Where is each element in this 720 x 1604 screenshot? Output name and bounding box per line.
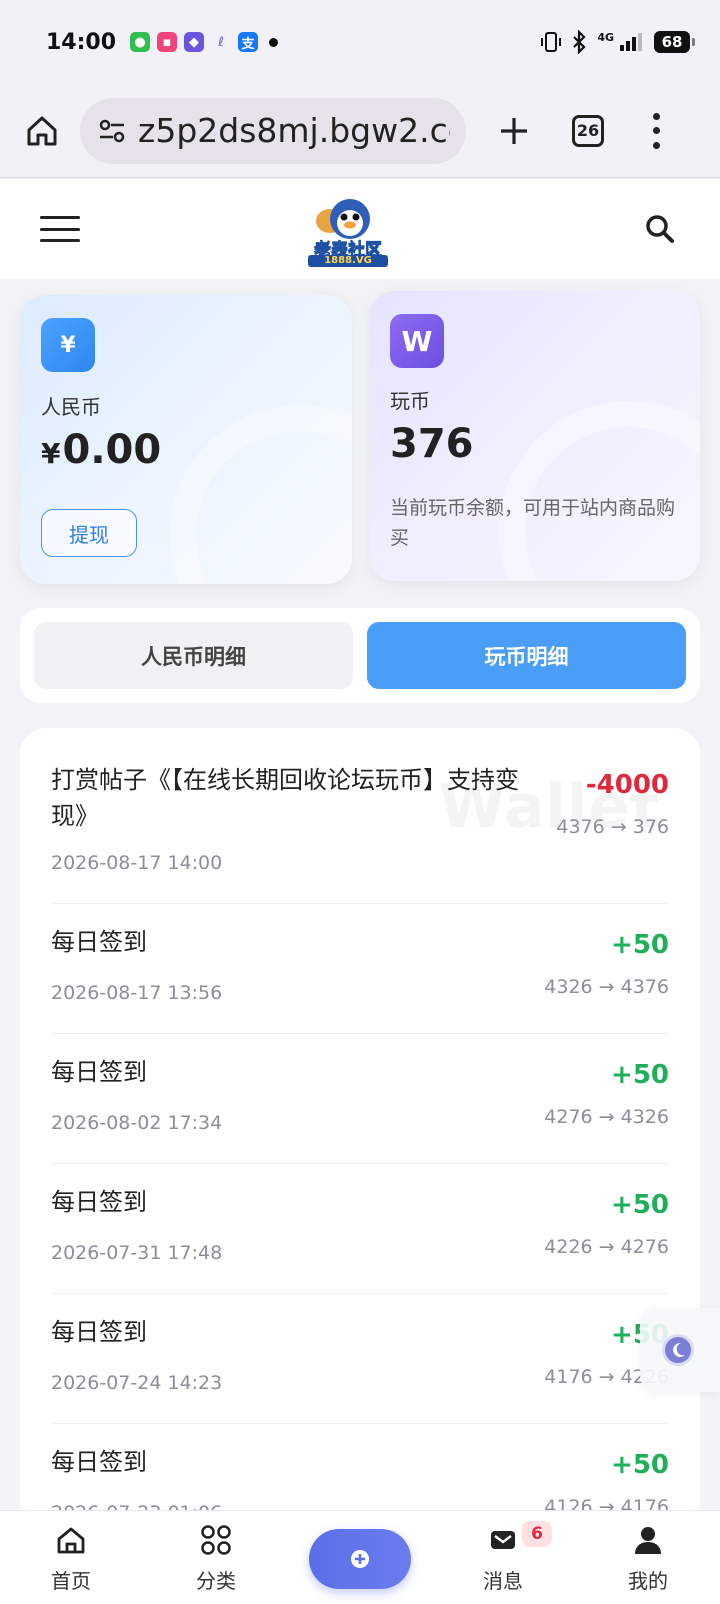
transaction-row[interactable]: 每日签到 2026-07-24 14:23 +50 4176 → 4226	[51, 1294, 669, 1424]
grid-icon	[201, 1525, 231, 1555]
url-text: z5p2ds8mj.bgw2.cc	[138, 111, 450, 150]
transaction-title: 每日签到	[51, 1188, 147, 1216]
wechat-icon: ●	[130, 32, 151, 52]
home-icon	[27, 116, 57, 145]
browser-menu-button[interactable]	[646, 112, 666, 149]
browser-home-button[interactable]	[20, 109, 64, 153]
transaction-title: 每日签到	[51, 928, 147, 956]
transaction-row[interactable]: 每日签到 2026-08-17 13:56 +50 4326 → 4376	[51, 904, 669, 1034]
dark-mode-toggle[interactable]	[640, 1308, 720, 1392]
transaction-balance-change: 4326 → 4376	[544, 976, 669, 998]
transaction-title: 每日签到	[51, 1058, 147, 1086]
coin-amount: 376	[390, 421, 474, 467]
transaction-row[interactable]: 每日签到 2026-07-31 17:48 +50 4226 → 4276	[51, 1164, 669, 1294]
transaction-row[interactable]: 每日签到 2026-08-02 17:34 +50 4276 → 4326	[51, 1034, 669, 1164]
logo-domain: 1888.VG	[308, 255, 388, 267]
transaction-list: Wallet 打赏帖子《【在线长期回收论坛玩币】支持变现》 2026-08-17…	[20, 728, 700, 1604]
alipay-icon: 支	[238, 32, 259, 52]
withdraw-button[interactable]: 提现	[41, 509, 137, 557]
battery-indicator: 68	[654, 31, 695, 53]
tab-coin-detail[interactable]: 玩币明细	[367, 622, 686, 689]
moon-icon	[662, 1334, 694, 1366]
browser-toolbar: z5p2ds8mj.bgw2.cc 26	[0, 84, 720, 178]
app-notification-icon: ▪	[157, 32, 178, 52]
transaction-title: 打赏帖子《【在线长期回收论坛玩币】支持变现》	[51, 766, 519, 830]
address-bar[interactable]: z5p2ds8mj.bgw2.cc	[80, 97, 466, 164]
transaction-row[interactable]: 打赏帖子《【在线长期回收论坛玩币】支持变现》 2026-08-17 14:00 …	[51, 728, 669, 904]
nav-category-label: 分类	[196, 1569, 236, 1593]
menu-dot	[652, 127, 660, 134]
nav-home-label: 首页	[51, 1569, 91, 1593]
hamburger-line	[40, 239, 80, 242]
cny-amount-value: 0.00	[62, 427, 162, 473]
hamburger-menu-button[interactable]	[40, 216, 80, 242]
vibrate-icon	[541, 32, 562, 52]
nav-home[interactable]: 首页	[26, 1521, 116, 1594]
network-type: 4G	[597, 30, 614, 44]
moon-glyph-icon	[673, 1342, 685, 1357]
transaction-time: 2026-08-02 17:34	[51, 1112, 223, 1134]
home-icon	[57, 1527, 85, 1554]
system-status: 4G 68	[541, 30, 695, 54]
nav-me[interactable]: 我的	[603, 1521, 693, 1594]
site-logo[interactable]: 老表社区 1888.VG	[300, 195, 396, 279]
bottom-navigation: 首页 分类 消息 6 我的	[0, 1510, 720, 1604]
signal-icon	[620, 33, 642, 51]
envelope-icon	[491, 1531, 515, 1549]
card-decoration	[499, 401, 700, 581]
more-notifications-dot	[269, 37, 279, 47]
site-settings-icon[interactable]	[96, 115, 128, 147]
yuan-icon: ¥	[41, 318, 95, 372]
cny-label: 人民币	[41, 395, 101, 419]
transaction-amount: -4000	[585, 770, 669, 800]
transaction-balance-change: 4276 → 4326	[544, 1106, 669, 1128]
currency-symbol: ¥	[41, 437, 61, 470]
site-header: 老表社区 1888.VG	[0, 179, 720, 279]
transaction-time: 2026-08-17 13:56	[51, 982, 223, 1004]
plus-circle-icon	[351, 1550, 369, 1568]
new-tab-button[interactable]	[492, 109, 536, 153]
coin-w-icon: W	[390, 314, 444, 368]
menu-dot	[652, 112, 660, 120]
messages-unread-badge: 6	[522, 1521, 552, 1547]
cny-balance-card: ¥ 人民币 ¥0.00 提现	[20, 295, 352, 584]
transaction-title: 每日签到	[51, 1318, 147, 1346]
transaction-amount: +50	[611, 1450, 669, 1480]
detail-tabs: 人民币明细 玩币明细	[20, 608, 700, 703]
nav-category[interactable]: 分类	[171, 1521, 261, 1594]
coin-balance-card: W 玩币 376 当前玩币余额，可用于站内商品购买	[369, 291, 700, 581]
hamburger-line	[40, 227, 80, 231]
tab-cny-detail[interactable]: 人民币明细	[34, 622, 353, 689]
card-decoration	[170, 405, 352, 584]
transaction-balance-change: 4376 → 376	[556, 816, 669, 838]
notification-icons: ● ▪ ◆ ℓ 支	[130, 32, 279, 52]
menu-dot	[652, 141, 660, 149]
nav-messages-label: 消息	[483, 1569, 523, 1593]
search-button[interactable]	[640, 209, 680, 249]
status-bar: 14:00 ● ▪ ◆ ℓ 支 4G 68	[0, 0, 720, 84]
coin-description: 当前玩币余额，可用于站内商品购买	[390, 497, 676, 549]
nav-me-label: 我的	[628, 1569, 668, 1593]
transaction-amount: +50	[611, 1060, 669, 1090]
transaction-time: 2026-07-31 17:48	[51, 1242, 223, 1264]
transaction-balance-change: 4226 → 4276	[544, 1236, 669, 1258]
plus-icon	[501, 117, 527, 144]
status-time: 14:00	[46, 29, 117, 55]
transaction-amount: +50	[611, 1190, 669, 1220]
tab-switcher-button[interactable]: 26	[572, 114, 604, 147]
transaction-amount: +50	[611, 930, 669, 960]
signature-app-icon: ℓ	[217, 34, 225, 50]
create-post-button[interactable]	[309, 1529, 411, 1589]
transaction-time: 2026-08-17 14:00	[51, 852, 223, 874]
shield-app-icon: ◆	[184, 32, 205, 52]
bluetooth-icon	[573, 30, 586, 54]
transaction-title: 每日签到	[51, 1448, 147, 1476]
transaction-time: 2026-07-24 14:23	[51, 1372, 223, 1394]
search-icon	[646, 215, 674, 243]
user-icon	[635, 1527, 661, 1554]
coin-label: 玩币	[390, 389, 430, 413]
cny-amount: ¥0.00	[41, 427, 161, 473]
hamburger-line	[40, 216, 80, 219]
